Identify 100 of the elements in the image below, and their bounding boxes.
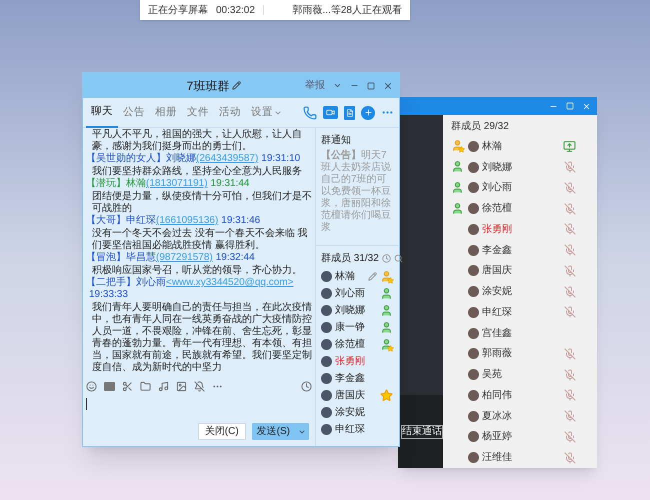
avatar [468,162,479,173]
member-row[interactable]: 涂安妮 [316,404,399,421]
tab[interactable]: 相册 [150,98,182,128]
close-icon[interactable] [383,80,393,90]
call-member-row[interactable]: 唐国庆 [451,260,587,282]
avatar [468,328,479,339]
member-name: 柏同伟 [482,388,512,403]
avatar [468,306,479,318]
avatar [468,410,479,422]
bell-off-icon[interactable] [194,380,205,392]
tab[interactable]: 活动 [214,98,246,128]
member-name: 涂安妮 [482,284,512,300]
member-name: 唐国庆 [335,388,365,403]
message-text: 团结便是力量，纵使疫情十分可怕，但我们才是不可战胜的 [91,190,312,214]
video-icon[interactable] [323,106,338,119]
call-member-row[interactable]: 林瀚 [451,136,587,157]
sender-name[interactable]: 刘心雨 [136,277,166,289]
close-button[interactable]: 关闭(C) [198,423,246,440]
message-text: 积极响应国家号召，听从党的领导，齐心协力。 [91,264,303,276]
history-icon[interactable] [301,380,312,392]
tab[interactable]: 设置 [246,98,287,128]
tab[interactable]: 聊天 [86,98,118,128]
avatar [321,390,332,401]
call-member-row[interactable]: 涂安妮 [451,281,587,302]
call-member-row[interactable]: 柏同伟 [451,385,587,406]
member-row[interactable]: 申红琛 [316,421,399,438]
member-name: 唐国庆 [482,264,512,278]
notice-title: 群通知 [321,134,352,148]
tab[interactable]: 公告 [118,98,150,128]
call-member-row[interactable]: 夏冰冰 [451,406,587,426]
phone-icon[interactable] [303,106,317,120]
member-name: 徐范檀 [482,202,512,216]
call-member-row[interactable]: 申红琛 [451,302,587,323]
avatar [468,369,479,380]
call-member-row[interactable]: 杨亚婷 [451,426,587,448]
avatar [468,244,479,256]
call-member-row[interactable]: 郭雨薇 [451,344,587,364]
message-time: 19:32:44 [216,252,255,264]
end-call-button[interactable]: 结束通话 [401,424,443,438]
member-name: 刘心雨 [482,180,512,196]
avatar [468,452,479,464]
emoji-icon[interactable] [86,380,97,392]
member-name: 林瀚 [335,270,355,284]
avatar [468,286,479,298]
sender-tag: 【二把手】 [86,277,136,289]
plus-icon[interactable] [361,106,375,120]
report-link[interactable]: 举报 [305,78,325,93]
member-row[interactable]: 刘晓娜 [316,302,399,319]
call-member-title: 群成员 29/32 [451,120,510,134]
sender-tag: 【大哥】 [86,215,126,227]
call-member-row[interactable]: 徐范檀 [451,198,587,219]
member-row[interactable]: 唐国庆 [316,387,399,404]
member-row[interactable]: 刘心雨 [316,285,399,302]
call-member-row[interactable]: 张勇刚 [451,219,587,240]
message-text: 我们青年人要明确自己的责任与担当，在此次疫情中，也有青年人同在一线英勇奋战的广大疫情防控人员一道，不畏艰险，冲锋在前、舍生忘死，彰显青春的蓬勃力量。青年一代有理想、有本领、有担当，国家就有前途，民族就有希望。我们要坚定制度自信、成为新时代的中坚力 [91,302,312,374]
avatar [468,431,479,442]
avatar [321,424,332,435]
viewer-count: 郭雨薇...等28人正在观看 [292,4,402,18]
call-member-row[interactable]: 刘心雨 [451,178,587,198]
member-row[interactable]: 张勇刚 [316,353,399,370]
member-row[interactable]: 林瀚 [316,268,399,285]
sender-name[interactable]: 申红琛 [126,215,156,227]
group-title: 7班班群 [186,78,230,94]
sender-tag: 【吴世勋的女人】 [86,153,166,165]
member-row[interactable]: 徐范檀 [316,336,399,353]
search-icon[interactable] [394,254,403,263]
member-name: 徐范檀 [335,338,365,352]
member-row[interactable]: 李金鑫 [316,370,399,387]
call-member-row[interactable]: 汪维佳 [451,447,587,468]
member-row[interactable]: 康一铮 [316,319,399,336]
close-icon[interactable] [582,102,591,110]
share-status: 正在分享屏幕 [148,4,208,18]
music-icon[interactable] [158,380,169,392]
dropdown-icon[interactable] [333,81,342,90]
call-member-row[interactable]: 吴苑 [451,364,587,385]
sender-name[interactable]: 刘晓娜 [166,153,196,165]
call-member-row[interactable]: 李金鑫 [451,240,587,260]
message-time: 19:33:33 [89,289,128,301]
member-name: 李金鑫 [482,244,512,258]
avatar [321,407,332,418]
folder-icon[interactable] [140,380,151,392]
call-member-row[interactable]: 宫佳鑫 [451,322,587,344]
avatar [468,390,479,401]
avatar [468,348,479,360]
member-name: 申红琛 [482,306,512,320]
edit-icon[interactable] [232,81,242,90]
gif-icon[interactable] [104,382,115,390]
image-icon[interactable] [176,380,187,392]
maximize-icon[interactable] [367,82,375,90]
avatar [321,271,332,282]
tab[interactable]: 文件 [182,98,214,128]
avatar [321,373,332,384]
member-name: 刘心雨 [335,286,365,301]
message-text: 没有一个冬天不会过去 没有一个春天不会来临 我们要坚信祖国必能战胜疫情 赢得胜利。 [91,228,309,252]
scissors-icon[interactable] [122,380,133,392]
call-member-row[interactable]: 刘晓娜 [451,156,587,178]
member-count: 群成员 31/32 [321,252,379,266]
send-button[interactable]: 发送(S) [252,423,295,440]
sender-name[interactable]: 毕昌慧 [126,252,156,264]
document-icon[interactable] [344,106,355,120]
